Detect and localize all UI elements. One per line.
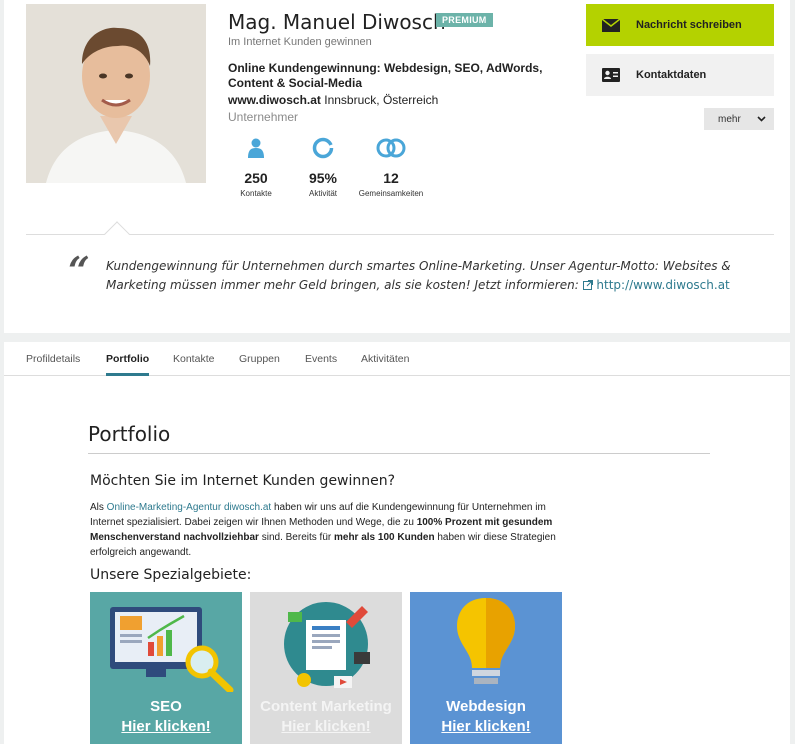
tile-title: Content Marketing xyxy=(260,698,392,715)
stat-value: 12 xyxy=(383,170,399,186)
webdesign-tile[interactable]: Webdesign Hier klicken! xyxy=(410,592,562,744)
content-illustration-icon xyxy=(284,602,370,688)
tab-gruppen[interactable]: Gruppen xyxy=(239,353,280,376)
tile-link[interactable]: Hier klicken! xyxy=(250,718,402,735)
quote-link-text: http://www.diwosch.at xyxy=(596,278,730,292)
website-link[interactable]: www.diwosch.at xyxy=(228,93,321,107)
portfolio-question: Möchten Sie im Internet Kunden gewinnen? xyxy=(90,473,396,489)
quote-icon: “ xyxy=(68,248,90,293)
profile-tagline: Im Internet Kunden gewinnen xyxy=(228,36,372,48)
profile-name: Mag. Manuel Diwosch xyxy=(228,10,446,34)
seo-illustration-icon xyxy=(110,607,234,692)
speech-notch xyxy=(104,221,130,247)
tab-events[interactable]: Events xyxy=(305,353,337,376)
tab-portfolio[interactable]: Portfolio xyxy=(106,353,150,376)
quote-link[interactable]: http://www.diwosch.at xyxy=(582,278,730,292)
profile-website-line: www.diwosch.at Innsbruck, Österreich xyxy=(228,93,438,107)
stat-label: Gemeinsamkeiten xyxy=(358,189,424,198)
external-link-icon xyxy=(582,280,593,290)
more-label: mehr xyxy=(718,113,741,125)
envelope-icon xyxy=(586,18,636,32)
send-message-label: Nachricht schreiben xyxy=(636,19,742,31)
overlap-circles-icon xyxy=(351,137,431,159)
content-panel: Profildetails Portfolio Kontakte Gruppen… xyxy=(4,342,790,744)
profile-role: Unternehmer xyxy=(228,110,299,124)
desc-text: Als xyxy=(90,502,107,513)
divider xyxy=(88,453,710,454)
tab-kontakte[interactable]: Kontakte xyxy=(173,353,214,376)
tab-profildetails[interactable]: Profildetails xyxy=(26,353,80,376)
chevron-down-icon xyxy=(757,114,766,125)
profile-headline: Online Kundengewinnung: Webdesign, SEO, … xyxy=(228,61,543,90)
tile-title: Webdesign xyxy=(446,698,526,715)
desc-bold: mehr als 100 Kunden xyxy=(333,532,435,543)
lightbulb-icon xyxy=(457,598,515,684)
contact-details-label: Kontaktdaten xyxy=(636,69,707,81)
contact-details-button[interactable]: Kontaktdaten xyxy=(586,54,774,96)
portfolio-description: Als Online-Marketing-Agentur diwosch.at … xyxy=(90,500,570,560)
desc-text: sind. Bereits für xyxy=(258,532,334,543)
send-message-button[interactable]: Nachricht schreiben xyxy=(586,4,774,46)
more-dropdown[interactable]: mehr xyxy=(704,108,774,130)
seo-tile[interactable]: SEO Hier klicken! xyxy=(90,592,242,744)
content-marketing-tile[interactable]: Content Marketing Hier klicken! xyxy=(250,592,402,744)
profile-location: Innsbruck, Österreich xyxy=(324,93,439,107)
agency-link[interactable]: Online-Marketing-Agentur diwosch.at xyxy=(107,502,272,513)
contact-card-icon xyxy=(586,68,636,82)
divider xyxy=(26,234,774,235)
specialties-title: Unsere Spezialgebiete: xyxy=(90,567,252,583)
premium-badge: PREMIUM xyxy=(436,13,493,27)
tile-link[interactable]: Hier klicken! xyxy=(90,718,242,735)
tile-title: SEO xyxy=(150,698,182,715)
profile-quote: Kundengewinnung für Unternehmen durch sm… xyxy=(106,257,736,295)
profile-card: Mag. Manuel Diwosch PREMIUM Im Internet … xyxy=(4,0,790,333)
tab-aktivitaeten[interactable]: Aktivitäten xyxy=(361,353,409,376)
profile-photo[interactable] xyxy=(26,4,206,183)
stat-common[interactable]: 12 Gemeinsamkeiten xyxy=(351,137,431,198)
portfolio-title: Portfolio xyxy=(88,422,171,446)
tile-link[interactable]: Hier klicken! xyxy=(410,718,562,735)
profile-tabs: Profildetails Portfolio Kontakte Gruppen… xyxy=(4,342,790,376)
